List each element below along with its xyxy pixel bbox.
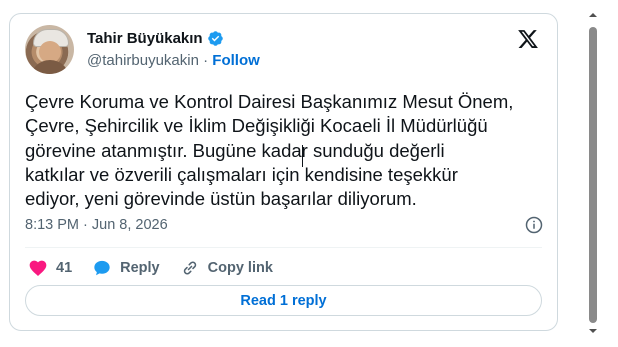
read-reply-button[interactable]: Read 1 reply	[25, 285, 542, 316]
copy-link-label: Copy link	[207, 260, 273, 276]
handle-separator: ·	[203, 52, 209, 69]
author-display-name[interactable]: Tahir Büyükakın	[87, 30, 203, 47]
tweet-timestamp[interactable]: 8:13 PM · Jun 8, 2026	[25, 217, 168, 233]
tweet-embed-card: Tahir Büyükakın @tahirbuyukakin · Follow…	[9, 13, 558, 331]
tweet-header: Tahir Büyükakın @tahirbuyukakin · Follow	[25, 25, 545, 77]
tweet-actions: 41 Reply Copy link	[28, 256, 273, 280]
info-icon[interactable]	[524, 215, 544, 235]
tweet-text: Çevre Koruma ve Kontrol Dairesi Başkanım…	[25, 91, 514, 210]
avatar[interactable]	[25, 25, 74, 74]
like-count: 41	[56, 260, 73, 276]
link-icon	[183, 261, 196, 275]
scrollbar-thumb[interactable]	[589, 27, 597, 323]
tweet-meta-row: 8:13 PM · Jun 8, 2026	[25, 214, 544, 236]
author-handle-row: @tahirbuyukakin · Follow	[87, 52, 260, 69]
x-logo-icon[interactable]	[517, 28, 539, 50]
scrollbar[interactable]	[586, 0, 600, 347]
scroll-up-arrow-icon[interactable]	[588, 10, 598, 20]
heart-icon	[29, 260, 47, 276]
reply-button[interactable]: Reply	[92, 258, 160, 278]
divider	[25, 247, 542, 248]
follow-button[interactable]: Follow	[212, 52, 260, 69]
copy-link-button[interactable]: Copy link	[180, 258, 273, 278]
scroll-down-arrow-icon[interactable]	[588, 326, 598, 336]
author-handle[interactable]: @tahirbuyukakin	[87, 52, 199, 69]
text-cursor	[302, 145, 303, 167]
verified-badge-icon	[207, 31, 223, 46]
reply-label: Reply	[120, 260, 160, 276]
reply-bubble-icon	[94, 260, 110, 276]
author-name-row: Tahir Büyükakın	[87, 30, 224, 47]
like-button[interactable]: 41	[28, 258, 72, 278]
